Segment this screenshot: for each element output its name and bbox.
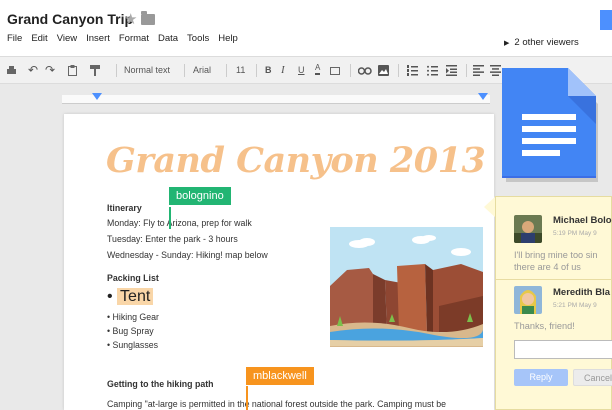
itinerary-line[interactable]: Wednesday - Sunday: Hiking! map below [107,250,268,260]
link-icon[interactable] [358,67,372,75]
left-indent-marker[interactable] [92,93,102,100]
reply-button[interactable]: Reply [514,369,568,386]
hiking-heading[interactable]: Getting to the hiking path [107,379,214,389]
collaborator-cursor-label: mblackwell [246,367,314,385]
comment-text: I'll bring mine too sin [514,250,598,260]
ruler [62,93,490,104]
document-heading[interactable]: Grand Canyon 2013 [106,140,486,181]
comment-text: there are 4 of us [514,262,581,272]
highlighted-text: Tent [117,288,154,305]
font-size-select[interactable]: 11 [236,63,245,77]
google-docs-logo [502,68,598,182]
packing-heading[interactable]: Packing List [107,273,159,283]
undo-icon[interactable]: ↶ [28,63,38,77]
menu-data[interactable]: Data [158,33,178,44]
text-color-icon[interactable]: A [315,63,321,75]
highlight-icon[interactable] [330,67,340,75]
indent-icon[interactable] [446,65,457,76]
itinerary-line[interactable]: Tuesday: Enter the park - 3 hours [107,234,238,244]
menu-bar: File Edit View Insert Format Data Tools … [7,33,238,44]
canyon-illustration[interactable] [329,226,484,347]
style-select[interactable]: Normal text [124,63,170,77]
menu-insert[interactable]: Insert [86,33,110,44]
font-select[interactable]: Arial [193,63,211,77]
commenter-name: Meredith Bla [553,287,611,298]
triangle-right-icon: ▶ [504,40,510,47]
share-button[interactable] [600,10,612,30]
clipboard-icon[interactable] [68,65,77,76]
italic-icon[interactable]: I [281,63,285,77]
viewers-indicator[interactable]: ▶ 2 other viewers [504,37,579,48]
paint-format-icon[interactable] [90,65,101,76]
document-title[interactable]: Grand Canyon Trip [7,11,133,27]
comments-panel: Michael Bolo 5:19 PM May 9 I'll bring mi… [495,196,612,410]
print-icon[interactable] [6,66,17,76]
collaborator-cursor-caret [246,386,248,410]
comment-timestamp: 5:21 PM May 9 [553,302,597,309]
comment-text: Thanks, friend! [514,321,575,331]
collaborator-cursor-label: bolognino [169,187,231,205]
folder-icon[interactable] [141,11,155,25]
reply-input[interactable] [514,340,612,359]
bulleted-list-icon[interactable] [427,65,438,76]
menu-file[interactable]: File [7,33,22,44]
viewers-label: 2 other viewers [514,37,579,48]
menu-format[interactable]: Format [119,33,149,44]
bold-icon[interactable]: B [265,63,272,77]
numbered-list-icon[interactable] [407,65,418,76]
packing-item[interactable]: • Hiking Gear [107,312,159,322]
avatar [514,215,542,243]
avatar [514,286,542,314]
menu-tools[interactable]: Tools [187,33,209,44]
underline-icon[interactable]: U [298,63,305,77]
right-indent-marker[interactable] [478,93,488,100]
image-icon[interactable] [378,65,389,76]
menu-view[interactable]: View [57,33,77,44]
itinerary-line[interactable]: Monday: Fly to Arizona, prep for walk [107,218,252,228]
align-center-icon[interactable] [490,65,501,76]
redo-icon[interactable]: ↷ [45,63,55,77]
packing-item[interactable]: • Bug Spray [107,326,154,336]
star-icon[interactable]: ★ [124,10,137,28]
comment-timestamp: 5:19 PM May 9 [553,230,597,237]
collaborator-cursor-caret [169,207,171,229]
commenter-name: Michael Bolo [553,215,612,226]
align-left-icon[interactable] [473,65,484,76]
top-bar: Grand Canyon Trip ★ File Edit View Inser… [0,0,612,56]
menu-edit[interactable]: Edit [31,33,47,44]
cancel-button[interactable]: Cancel [573,369,612,386]
packing-item[interactable]: • Sunglasses [107,340,158,350]
hiking-paragraph[interactable]: Camping "at-large is permitted in the na… [107,399,446,409]
packing-item-main[interactable]: • Tent [107,288,154,306]
menu-help[interactable]: Help [218,33,238,44]
itinerary-heading[interactable]: Itinerary [107,203,142,213]
